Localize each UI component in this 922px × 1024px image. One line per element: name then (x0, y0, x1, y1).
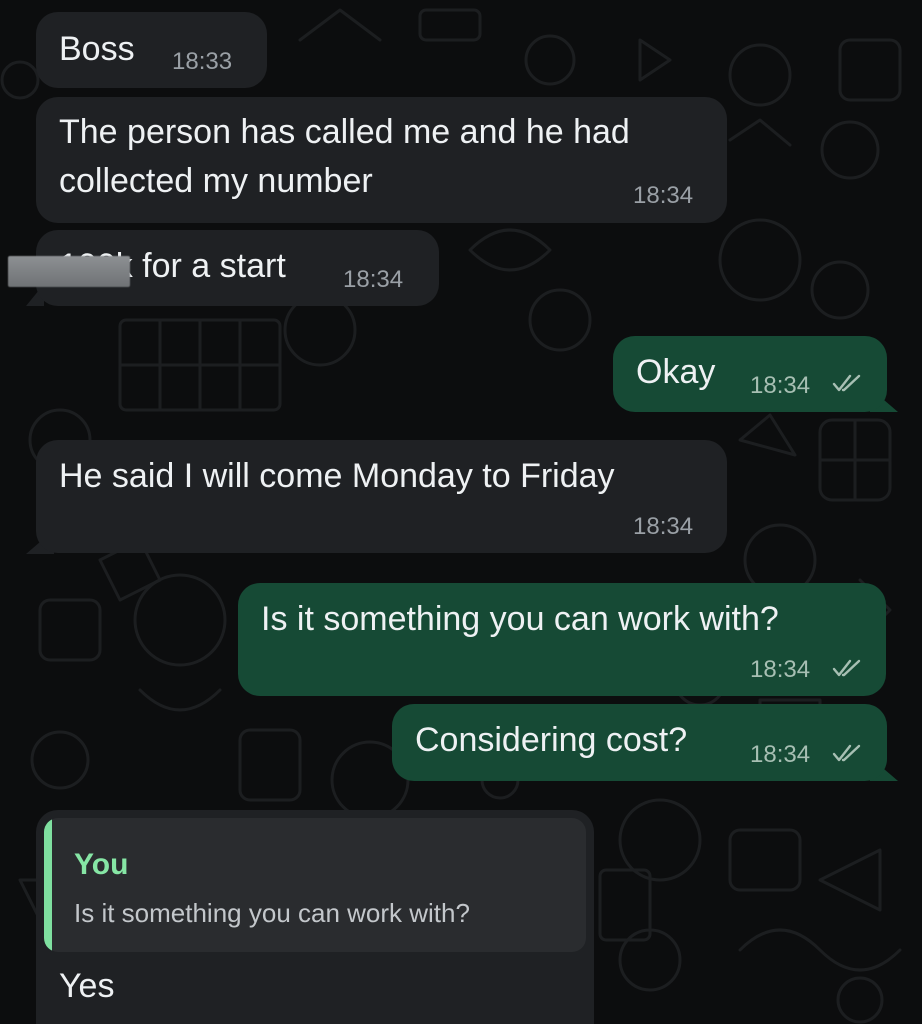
quoted-author: You (74, 848, 129, 881)
outgoing-message-bubble[interactable]: Is it something you can work with? 18:34 (238, 583, 886, 696)
redaction-overlay (8, 256, 130, 287)
incoming-reply-bubble[interactable]: You Is it something you can work with? Y… (36, 810, 594, 1024)
message-timestamp: 18:33 (172, 48, 233, 75)
message-text: Considering cost? (415, 721, 688, 759)
message-timestamp: 18:34 (750, 741, 811, 768)
incoming-message-bubble[interactable]: He said I will come Monday to Friday 18:… (36, 440, 727, 553)
message-timestamp: 18:34 (750, 656, 811, 683)
double-check-icon (832, 374, 861, 392)
message-text: Okay (636, 353, 716, 391)
quoted-text: Is it something you can work with? (74, 898, 470, 928)
quoted-message[interactable]: You Is it something you can work with? (44, 818, 586, 952)
chat-conversation: Boss 18:33 The person has called me and … (0, 0, 922, 1024)
message-timestamp: 18:34 (343, 266, 404, 293)
message-text: The person has called me and he had (59, 113, 630, 151)
outgoing-message-bubble[interactable]: Considering cost? 18:34 (392, 704, 887, 781)
message-timestamp: 18:34 (633, 513, 694, 540)
outgoing-message-bubble[interactable]: Okay 18:34 (613, 336, 887, 412)
message-text: Is it something you can work with? (261, 600, 779, 638)
message-text: He said I will come Monday to Friday (59, 457, 615, 495)
message-timestamp: 18:34 (633, 182, 694, 209)
incoming-message-bubble[interactable]: The person has called me and he had coll… (36, 97, 727, 223)
message-text: Boss (59, 30, 135, 68)
incoming-message-bubble[interactable]: Boss 18:33 (36, 12, 267, 88)
message-text: Yes (59, 967, 115, 1005)
double-check-icon (832, 744, 861, 762)
double-check-icon (832, 659, 861, 677)
message-timestamp: 18:34 (750, 372, 811, 399)
quote-accent-bar (44, 818, 52, 952)
message-text: collected my number (59, 162, 373, 200)
